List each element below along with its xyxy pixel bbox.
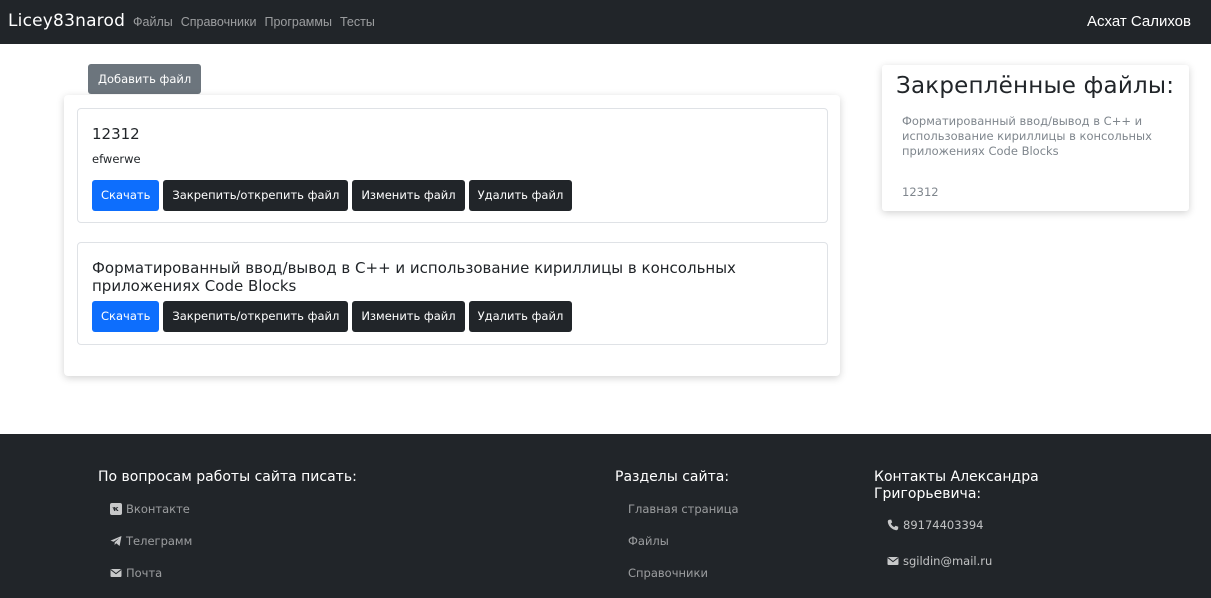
- add-file-button[interactable]: Добавить файл: [88, 64, 202, 94]
- brand-logo[interactable]: Licey83narod: [8, 11, 125, 31]
- telegram-icon: [110, 536, 122, 546]
- vk-icon: [110, 503, 122, 515]
- delete-file-button[interactable]: Удалить файл: [468, 301, 573, 332]
- contact-phone: 89174403394: [887, 518, 983, 532]
- file-description: efwerwe: [92, 152, 141, 166]
- mail-icon: [887, 557, 899, 565]
- mail-link-label: Почта: [126, 566, 163, 580]
- nav-link-files[interactable]: Файлы: [133, 15, 173, 29]
- sections-heading: Разделы сайта:: [615, 469, 730, 485]
- file-actions: Скачать Закрепить/открепить файл Изменит…: [92, 301, 573, 332]
- contact-email: sgildin@mail.ru: [887, 554, 992, 568]
- edit-file-button[interactable]: Изменить файл: [352, 301, 465, 332]
- pinned-files-panel: Закреплённые файлы: Форматированный ввод…: [882, 65, 1189, 211]
- delete-file-button[interactable]: Удалить файл: [468, 180, 573, 211]
- file-card: 12312 efwerwe Скачать Закрепить/открепит…: [77, 108, 828, 223]
- download-button[interactable]: Скачать: [92, 180, 160, 211]
- nav-link-references[interactable]: Справочники: [181, 15, 257, 29]
- pinned-file-link[interactable]: 12312: [902, 185, 939, 200]
- edit-file-button[interactable]: Изменить файл: [352, 180, 465, 211]
- file-card: Форматированный ввод/вывод в С++ и испол…: [77, 242, 828, 345]
- nav-links: Файлы Справочники Программы Тесты: [133, 15, 375, 29]
- file-title: Форматированный ввод/вывод в С++ и испол…: [92, 259, 736, 295]
- contact-phone-value: 89174403394: [903, 518, 984, 532]
- user-name-link[interactable]: Асхат Салихов: [1087, 13, 1191, 30]
- footer-link-references[interactable]: Справочники: [628, 566, 708, 580]
- file-title: 12312: [92, 125, 140, 143]
- files-panel: 12312 efwerwe Скачать Закрепить/открепит…: [64, 95, 840, 376]
- pin-toggle-button[interactable]: Закрепить/открепить файл: [163, 180, 349, 211]
- nav-link-programs[interactable]: Программы: [264, 15, 332, 29]
- download-button[interactable]: Скачать: [92, 301, 160, 332]
- file-actions: Скачать Закрепить/открепить файл Изменит…: [92, 180, 573, 211]
- pinned-files-title: Закреплённые файлы:: [896, 73, 1175, 99]
- mail-icon: [110, 569, 122, 577]
- pin-toggle-button[interactable]: Закрепить/открепить файл: [163, 301, 349, 332]
- navbar: Licey83narod Файлы Справочники Программы…: [0, 0, 1211, 44]
- footer-link-home[interactable]: Главная страница: [628, 502, 739, 516]
- pinned-file-link[interactable]: Форматированный ввод/вывод в С++ и испол…: [902, 114, 1167, 159]
- mail-link[interactable]: Почта: [110, 566, 162, 580]
- telegram-link-label: Телеграмм: [126, 534, 193, 548]
- telegram-link[interactable]: Телеграмм: [110, 534, 192, 548]
- phone-icon: [887, 519, 899, 531]
- nav-link-tests[interactable]: Тесты: [340, 15, 375, 29]
- contacts-heading: Контакты Александра Григорьевича:: [874, 469, 1039, 502]
- footer: По вопросам работы сайта писать: Вконтак…: [0, 434, 1211, 598]
- footer-link-files[interactable]: Файлы: [628, 534, 669, 548]
- vk-link-label: Вконтакте: [126, 502, 190, 516]
- support-heading: По вопросам работы сайта писать:: [98, 469, 357, 485]
- vk-link[interactable]: Вконтакте: [110, 502, 190, 516]
- contact-email-value: sgildin@mail.ru: [903, 554, 993, 568]
